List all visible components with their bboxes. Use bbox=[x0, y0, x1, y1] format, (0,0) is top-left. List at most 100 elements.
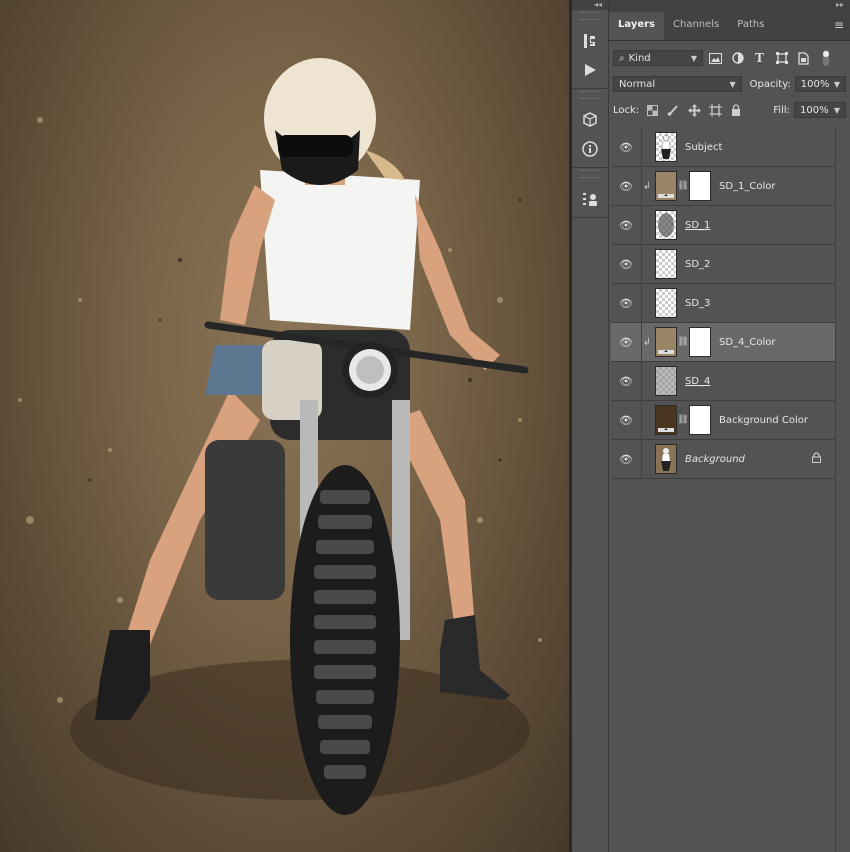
eye-visibility-icon[interactable]: 👁 bbox=[611, 401, 642, 439]
layer-mask-thumbnail bbox=[689, 171, 711, 201]
eye-visibility-icon[interactable]: 👁 bbox=[611, 206, 642, 244]
layer-thumbnail bbox=[655, 210, 677, 240]
layer-name: Background bbox=[685, 453, 745, 465]
opacity-label: Opacity: bbox=[749, 78, 791, 90]
link-chain-icon[interactable]: ⛓ bbox=[677, 337, 689, 347]
panel-top-bar[interactable]: ▸▸ bbox=[609, 0, 850, 10]
fill-color-thumbnail bbox=[655, 171, 677, 201]
group-grip[interactable] bbox=[580, 12, 600, 20]
panel-menu-icon[interactable]: ≡ bbox=[834, 18, 844, 32]
layer-name: Background Color bbox=[719, 414, 808, 426]
layer-thumbnail bbox=[655, 288, 677, 318]
type-layer-filter-icon[interactable]: T bbox=[750, 49, 769, 67]
dock-grip[interactable]: ◂◂ bbox=[572, 0, 608, 10]
filter-kind-label: Kind bbox=[628, 52, 651, 64]
info-icon[interactable] bbox=[572, 134, 608, 163]
panel-dock-icons: ◂◂ bbox=[572, 0, 609, 852]
link-chain-icon[interactable]: ⛓ bbox=[677, 415, 689, 425]
chevron-down-icon: ▼ bbox=[690, 53, 697, 63]
layer-name: Subject bbox=[685, 141, 723, 153]
play-actions-icon[interactable] bbox=[572, 55, 608, 84]
adjustment-layer-filter-icon[interactable] bbox=[728, 49, 747, 67]
photo-illustration bbox=[18, 58, 542, 815]
layer-mask-thumbnail bbox=[689, 405, 711, 435]
layer-row[interactable]: 👁 SD_2 bbox=[611, 245, 835, 284]
chevron-down-icon: ▼ bbox=[833, 79, 840, 89]
layer-thumbnail bbox=[655, 249, 677, 279]
fill-input[interactable]: 100% ▼ bbox=[794, 102, 846, 118]
eye-visibility-icon[interactable]: 👁 bbox=[611, 245, 642, 283]
expand-arrows-icon[interactable]: ▸▸ bbox=[836, 1, 844, 9]
lock-image-pixels-icon[interactable] bbox=[665, 102, 681, 118]
opacity-input[interactable]: 100% ▼ bbox=[794, 76, 846, 92]
layers-scrollbar[interactable] bbox=[835, 128, 850, 852]
eye-visibility-icon[interactable]: 👁 bbox=[611, 440, 642, 478]
layer-thumbnail bbox=[655, 366, 677, 396]
lock-artboard-icon[interactable] bbox=[707, 102, 723, 118]
lock-label: Lock: bbox=[613, 104, 640, 116]
group-grip[interactable] bbox=[580, 170, 600, 178]
clipping-mask-icon: ↲ bbox=[642, 336, 652, 348]
lock-transparent-pixels-icon[interactable] bbox=[644, 102, 660, 118]
tab-paths[interactable]: Paths bbox=[728, 12, 773, 40]
layer-name: SD_2 bbox=[685, 258, 711, 270]
layer-name: SD_1_Color bbox=[719, 180, 776, 192]
link-chain-icon[interactable]: ⛓ bbox=[677, 181, 689, 191]
smart-object-filter-icon[interactable] bbox=[794, 49, 813, 67]
layer-name: SD_3 bbox=[685, 297, 711, 309]
layer-mask-thumbnail bbox=[689, 327, 711, 357]
tool-group-history bbox=[572, 22, 608, 89]
chevron-down-icon: ▼ bbox=[729, 79, 736, 89]
group-grip[interactable] bbox=[580, 91, 600, 99]
shape-layer-filter-icon[interactable] bbox=[772, 49, 791, 67]
eye-visibility-icon[interactable]: 👁 bbox=[611, 284, 642, 322]
layer-row[interactable]: 👁 ⛓ Background Color bbox=[611, 401, 835, 440]
blend-mode-select[interactable]: Normal ▼ bbox=[613, 76, 742, 92]
eye-visibility-icon[interactable]: 👁 bbox=[611, 128, 642, 166]
layer-row-selected[interactable]: 👁 ↲ ⛓ SD_4_Color bbox=[611, 323, 835, 362]
fill-value: 100% bbox=[800, 104, 829, 116]
lock-icon[interactable] bbox=[812, 452, 821, 466]
layers-panel: ▸▸ Layers Channels Paths ≡ ⌕ Kind ▼ T No… bbox=[609, 0, 850, 852]
layer-name: SD_4_Color bbox=[719, 336, 776, 348]
layer-row[interactable]: 👁 ↲ ⛓ SD_1_Color bbox=[611, 167, 835, 206]
layer-name: SD_1 bbox=[685, 219, 711, 231]
eye-visibility-icon[interactable]: 👁 bbox=[611, 362, 642, 400]
lock-position-icon[interactable] bbox=[686, 102, 702, 118]
filter-kind-select[interactable]: ⌕ Kind ▼ bbox=[613, 50, 703, 66]
properties-icon[interactable] bbox=[572, 184, 608, 213]
fill-color-thumbnail bbox=[655, 327, 677, 357]
3d-cube-icon[interactable] bbox=[572, 105, 608, 134]
tool-group-info bbox=[572, 101, 608, 168]
layer-row[interactable]: 👁 Background bbox=[611, 440, 835, 479]
panel-tabs: Layers Channels Paths ≡ bbox=[609, 10, 850, 41]
layer-thumbnail bbox=[655, 132, 677, 162]
lock-all-icon[interactable] bbox=[728, 102, 744, 118]
document-canvas[interactable] bbox=[0, 0, 569, 852]
layer-thumbnail bbox=[655, 444, 677, 474]
opacity-value: 100% bbox=[800, 78, 830, 90]
layers-list: 👁 Subject 👁 ↲ ⛓ SD_1_Color 👁 SD_1 👁 SD_2… bbox=[611, 128, 835, 479]
pixel-layer-filter-icon[interactable] bbox=[706, 49, 725, 67]
blend-mode-value: Normal bbox=[619, 78, 656, 90]
layer-row[interactable]: 👁 Subject bbox=[611, 128, 835, 167]
collapse-arrows-icon[interactable]: ◂◂ bbox=[594, 1, 602, 9]
tab-layers[interactable]: Layers bbox=[609, 12, 664, 40]
lock-row: Lock: Fill: 100% ▼ bbox=[609, 97, 850, 123]
history-icon[interactable] bbox=[572, 26, 608, 55]
search-icon: ⌕ bbox=[619, 52, 625, 64]
tab-channels[interactable]: Channels bbox=[664, 12, 728, 40]
eye-visibility-icon[interactable]: 👁 bbox=[611, 167, 642, 205]
layer-row[interactable]: 👁 SD_1 bbox=[611, 206, 835, 245]
eye-visibility-icon[interactable]: 👁 bbox=[611, 323, 642, 361]
layer-row[interactable]: 👁 SD_3 bbox=[611, 284, 835, 323]
filter-row: ⌕ Kind ▼ T bbox=[609, 45, 850, 71]
filter-toggle-icon[interactable] bbox=[816, 49, 835, 67]
layer-row[interactable]: 👁 SD_4 bbox=[611, 362, 835, 401]
blend-row: Normal ▼ Opacity: 100% ▼ bbox=[609, 71, 850, 97]
tool-group-properties bbox=[572, 180, 608, 218]
fill-color-thumbnail bbox=[655, 405, 677, 435]
fill-label: Fill: bbox=[773, 104, 790, 116]
clipping-mask-icon: ↲ bbox=[642, 180, 652, 192]
chevron-down-icon: ▼ bbox=[833, 105, 840, 115]
